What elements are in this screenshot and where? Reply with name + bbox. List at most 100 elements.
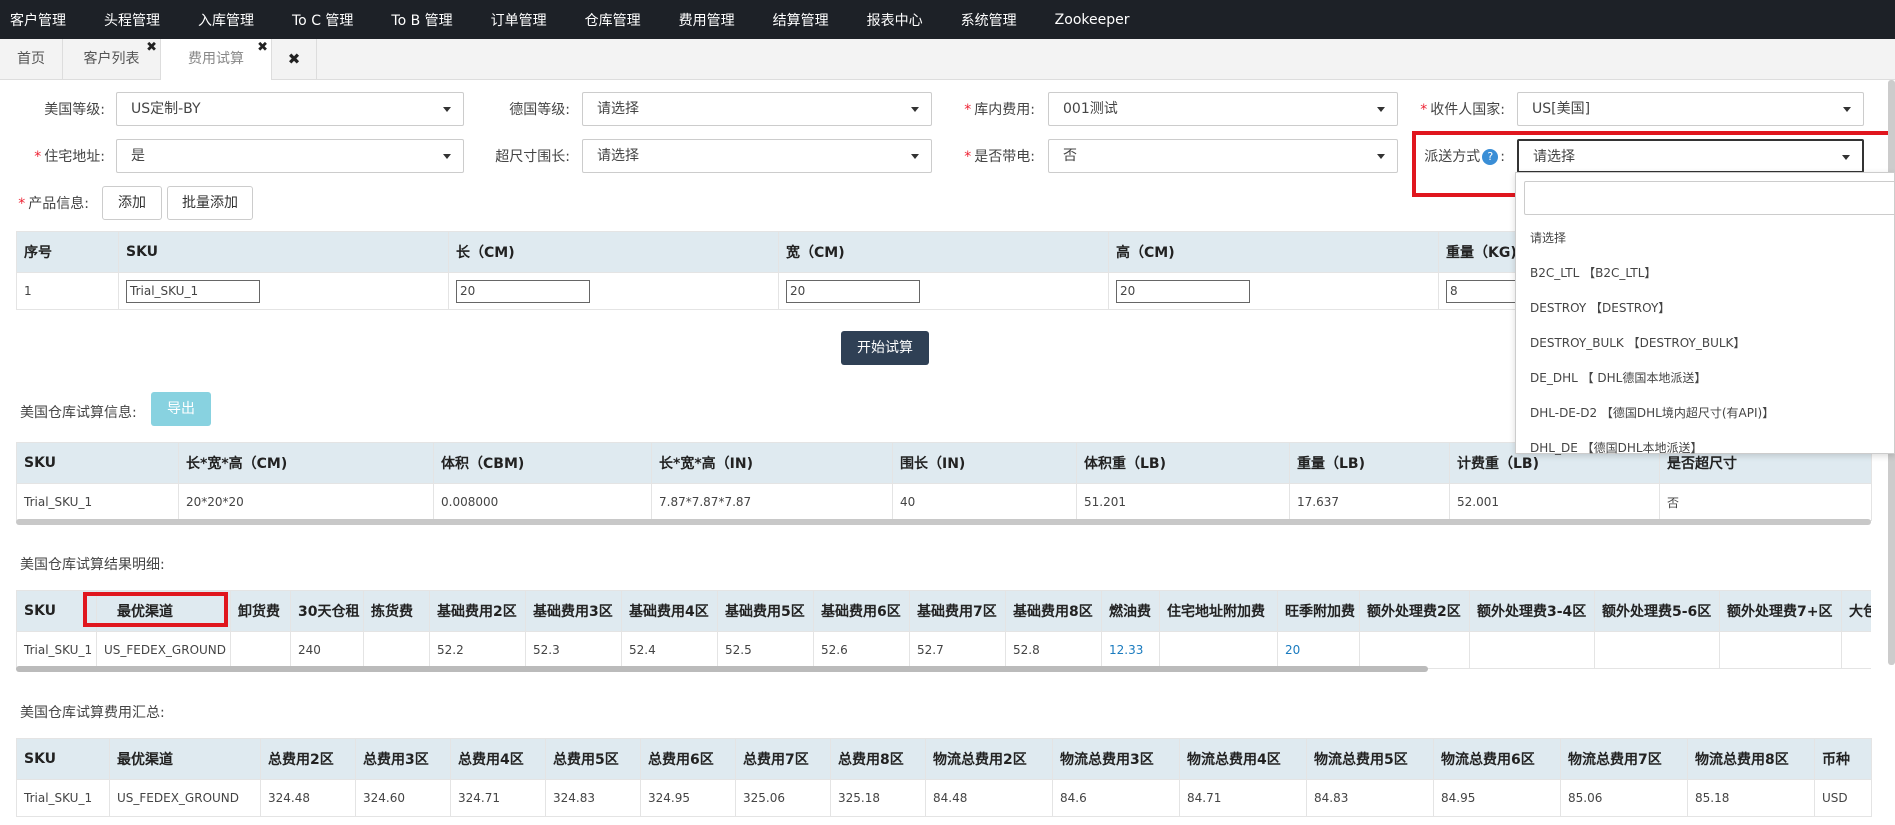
col-header: SKU [16, 738, 110, 780]
table-cell: 7.87*7.87*7.87 [651, 483, 893, 521]
col-header: SKU [118, 231, 449, 273]
table-cell: 52.6 [813, 631, 910, 669]
col-header: 额外处理费5-6区 [1594, 590, 1720, 632]
nav-warehouse[interactable]: 仓库管理 [585, 10, 641, 30]
tab-home[interactable]: 首页 [0, 39, 63, 80]
width-input[interactable]: 20 [786, 279, 920, 303]
col-header: 序号 [16, 231, 119, 273]
table-cell [1841, 631, 1871, 669]
detail-table-scrollbar[interactable] [16, 666, 1428, 672]
nav-toc[interactable]: To C 管理 [292, 10, 353, 30]
col-header: 宽（CM) [778, 231, 1109, 273]
tab-fee-trial[interactable]: 费用试算 ✖ [161, 39, 272, 80]
oversize-select[interactable]: 请选择 [582, 139, 932, 173]
export-button[interactable]: 导出 [151, 392, 211, 426]
table-cell: 240 [290, 631, 364, 669]
table-cell: 84.95 [1433, 779, 1561, 817]
start-trial-button[interactable]: 开始试算 [841, 331, 929, 365]
summary-section-title: 美国仓库试算费用汇总: [20, 705, 165, 721]
battery-select[interactable]: 否 [1048, 139, 1398, 173]
table-cell: 325.06 [735, 779, 831, 817]
nav-inbound[interactable]: 入库管理 [198, 10, 254, 30]
sku-input[interactable]: Trial_SKU_1 [126, 279, 260, 303]
col-header: 旺季附加费 [1277, 590, 1360, 632]
country-label: * 收件人国家: [1420, 102, 1505, 118]
country-select[interactable]: US[美国] [1517, 92, 1864, 126]
table-cell: 324.60 [355, 779, 451, 817]
col-header: 总费用2区 [260, 738, 356, 780]
warehouse-fee-select[interactable]: 001测试 [1048, 92, 1398, 126]
caret-down-icon [443, 107, 451, 112]
fuel-fee-link[interactable]: 12.33 [1101, 631, 1160, 669]
table-cell: 324.95 [640, 779, 736, 817]
table-cell: 52.3 [525, 631, 622, 669]
dropdown-option[interactable]: DESTROY 【DESTROY】 [1530, 299, 1670, 316]
col-header: 总费用3区 [355, 738, 451, 780]
us-level-select[interactable]: US定制-BY [116, 92, 464, 126]
table-cell: 52.8 [1005, 631, 1102, 669]
info-table-scrollbar[interactable] [16, 519, 1871, 525]
col-header: 长（CM) [448, 231, 779, 273]
length-input[interactable]: 20 [456, 279, 590, 303]
product-label: * 产品信息: [18, 196, 89, 212]
de-level-label: 德国等级: [509, 102, 570, 118]
dropdown-option[interactable]: 请选择 [1530, 229, 1566, 246]
col-header: 总费用4区 [450, 738, 546, 780]
detail-section-title: 美国仓库试算结果明细: [20, 557, 165, 573]
tab-customer-list[interactable]: 客户列表 ✖ [63, 39, 161, 80]
col-header: 总费用8区 [830, 738, 926, 780]
nav-settlement[interactable]: 结算管理 [773, 10, 829, 30]
col-header: 物流总费用5区 [1306, 738, 1434, 780]
top-nav: 客户管理 头程管理 入库管理 To C 管理 To B 管理 订单管理 仓库管理… [0, 0, 1895, 39]
col-header: 围长（IN) [892, 442, 1077, 484]
col-header: 拣货费 [363, 590, 430, 632]
de-level-select[interactable]: 请选择 [582, 92, 932, 126]
dropdown-option[interactable]: DHL_DE 【德国DHL本地派送】 [1530, 439, 1703, 456]
close-icon[interactable]: ✖ [146, 27, 157, 68]
nav-tob[interactable]: To B 管理 [391, 10, 452, 30]
nav-customer[interactable]: 客户管理 [10, 10, 66, 30]
table-cell: 否 [1659, 483, 1872, 521]
col-header: 总费用7区 [735, 738, 831, 780]
table-cell: 0.008000 [433, 483, 652, 521]
close-all-icon[interactable]: ✖ [272, 39, 317, 80]
col-header: 长*宽*高（CM) [178, 442, 434, 484]
table-cell: 84.48 [925, 779, 1053, 817]
dropdown-option[interactable]: DESTROY_BULK 【DESTROY_BULK】 [1530, 334, 1745, 351]
col-header: 物流总费用6区 [1433, 738, 1561, 780]
col-header: 住宅地址附加费 [1159, 590, 1278, 632]
table-cell: 52.2 [429, 631, 526, 669]
highlight-box-best-channel [83, 592, 228, 627]
col-header: 30天仓租 [290, 590, 364, 632]
add-product-button[interactable]: 添加 [102, 186, 162, 220]
col-header: 基础费用6区 [813, 590, 910, 632]
nav-orders[interactable]: 订单管理 [491, 10, 547, 30]
nav-system[interactable]: 系统管理 [961, 10, 1017, 30]
battery-label: * 是否带电: [964, 149, 1035, 165]
height-input[interactable]: 20 [1116, 279, 1250, 303]
batch-add-button[interactable]: 批量添加 [167, 186, 253, 220]
col-header: 最优渠道 [109, 738, 261, 780]
nav-reports[interactable]: 报表中心 [867, 10, 923, 30]
close-icon[interactable]: ✖ [257, 27, 268, 68]
residential-select[interactable]: 是 [116, 139, 464, 173]
dropdown-option[interactable]: DE_DHL 【 DHL德国本地派送】 [1530, 369, 1706, 386]
table-cell [230, 631, 291, 669]
peak-fee-link[interactable]: 20 [1277, 631, 1360, 669]
col-header: 物流总费用3区 [1052, 738, 1180, 780]
dropdown-option[interactable]: DHL-DE-D2 【德国DHL境内超尺寸(有API)】 [1530, 404, 1774, 421]
col-header: 卸货费 [230, 590, 291, 632]
weight-input[interactable]: 8 [1446, 279, 1516, 303]
col-header: 额外处理费7+区 [1719, 590, 1842, 632]
dropdown-option[interactable]: B2C_LTL 【B2C_LTL】 [1530, 264, 1656, 281]
table-cell: 52.001 [1449, 483, 1660, 521]
caret-down-icon [1377, 107, 1385, 112]
col-header: 基础费用8区 [1005, 590, 1102, 632]
detail-table: SKU 最优渠道 卸货费 30天仓租 拣货费 基础费用2区 基础费用3区 基础费… [16, 590, 1871, 669]
caret-down-icon [911, 107, 919, 112]
col-header: 高（CM) [1108, 231, 1439, 273]
nav-zookeeper[interactable]: Zookeeper [1055, 12, 1130, 28]
detail-table-viewport: SKU 最优渠道 卸货费 30天仓租 拣货费 基础费用2区 基础费用3区 基础费… [16, 590, 1871, 670]
nav-fees[interactable]: 费用管理 [679, 10, 735, 30]
dropdown-search-input[interactable] [1524, 181, 1895, 215]
